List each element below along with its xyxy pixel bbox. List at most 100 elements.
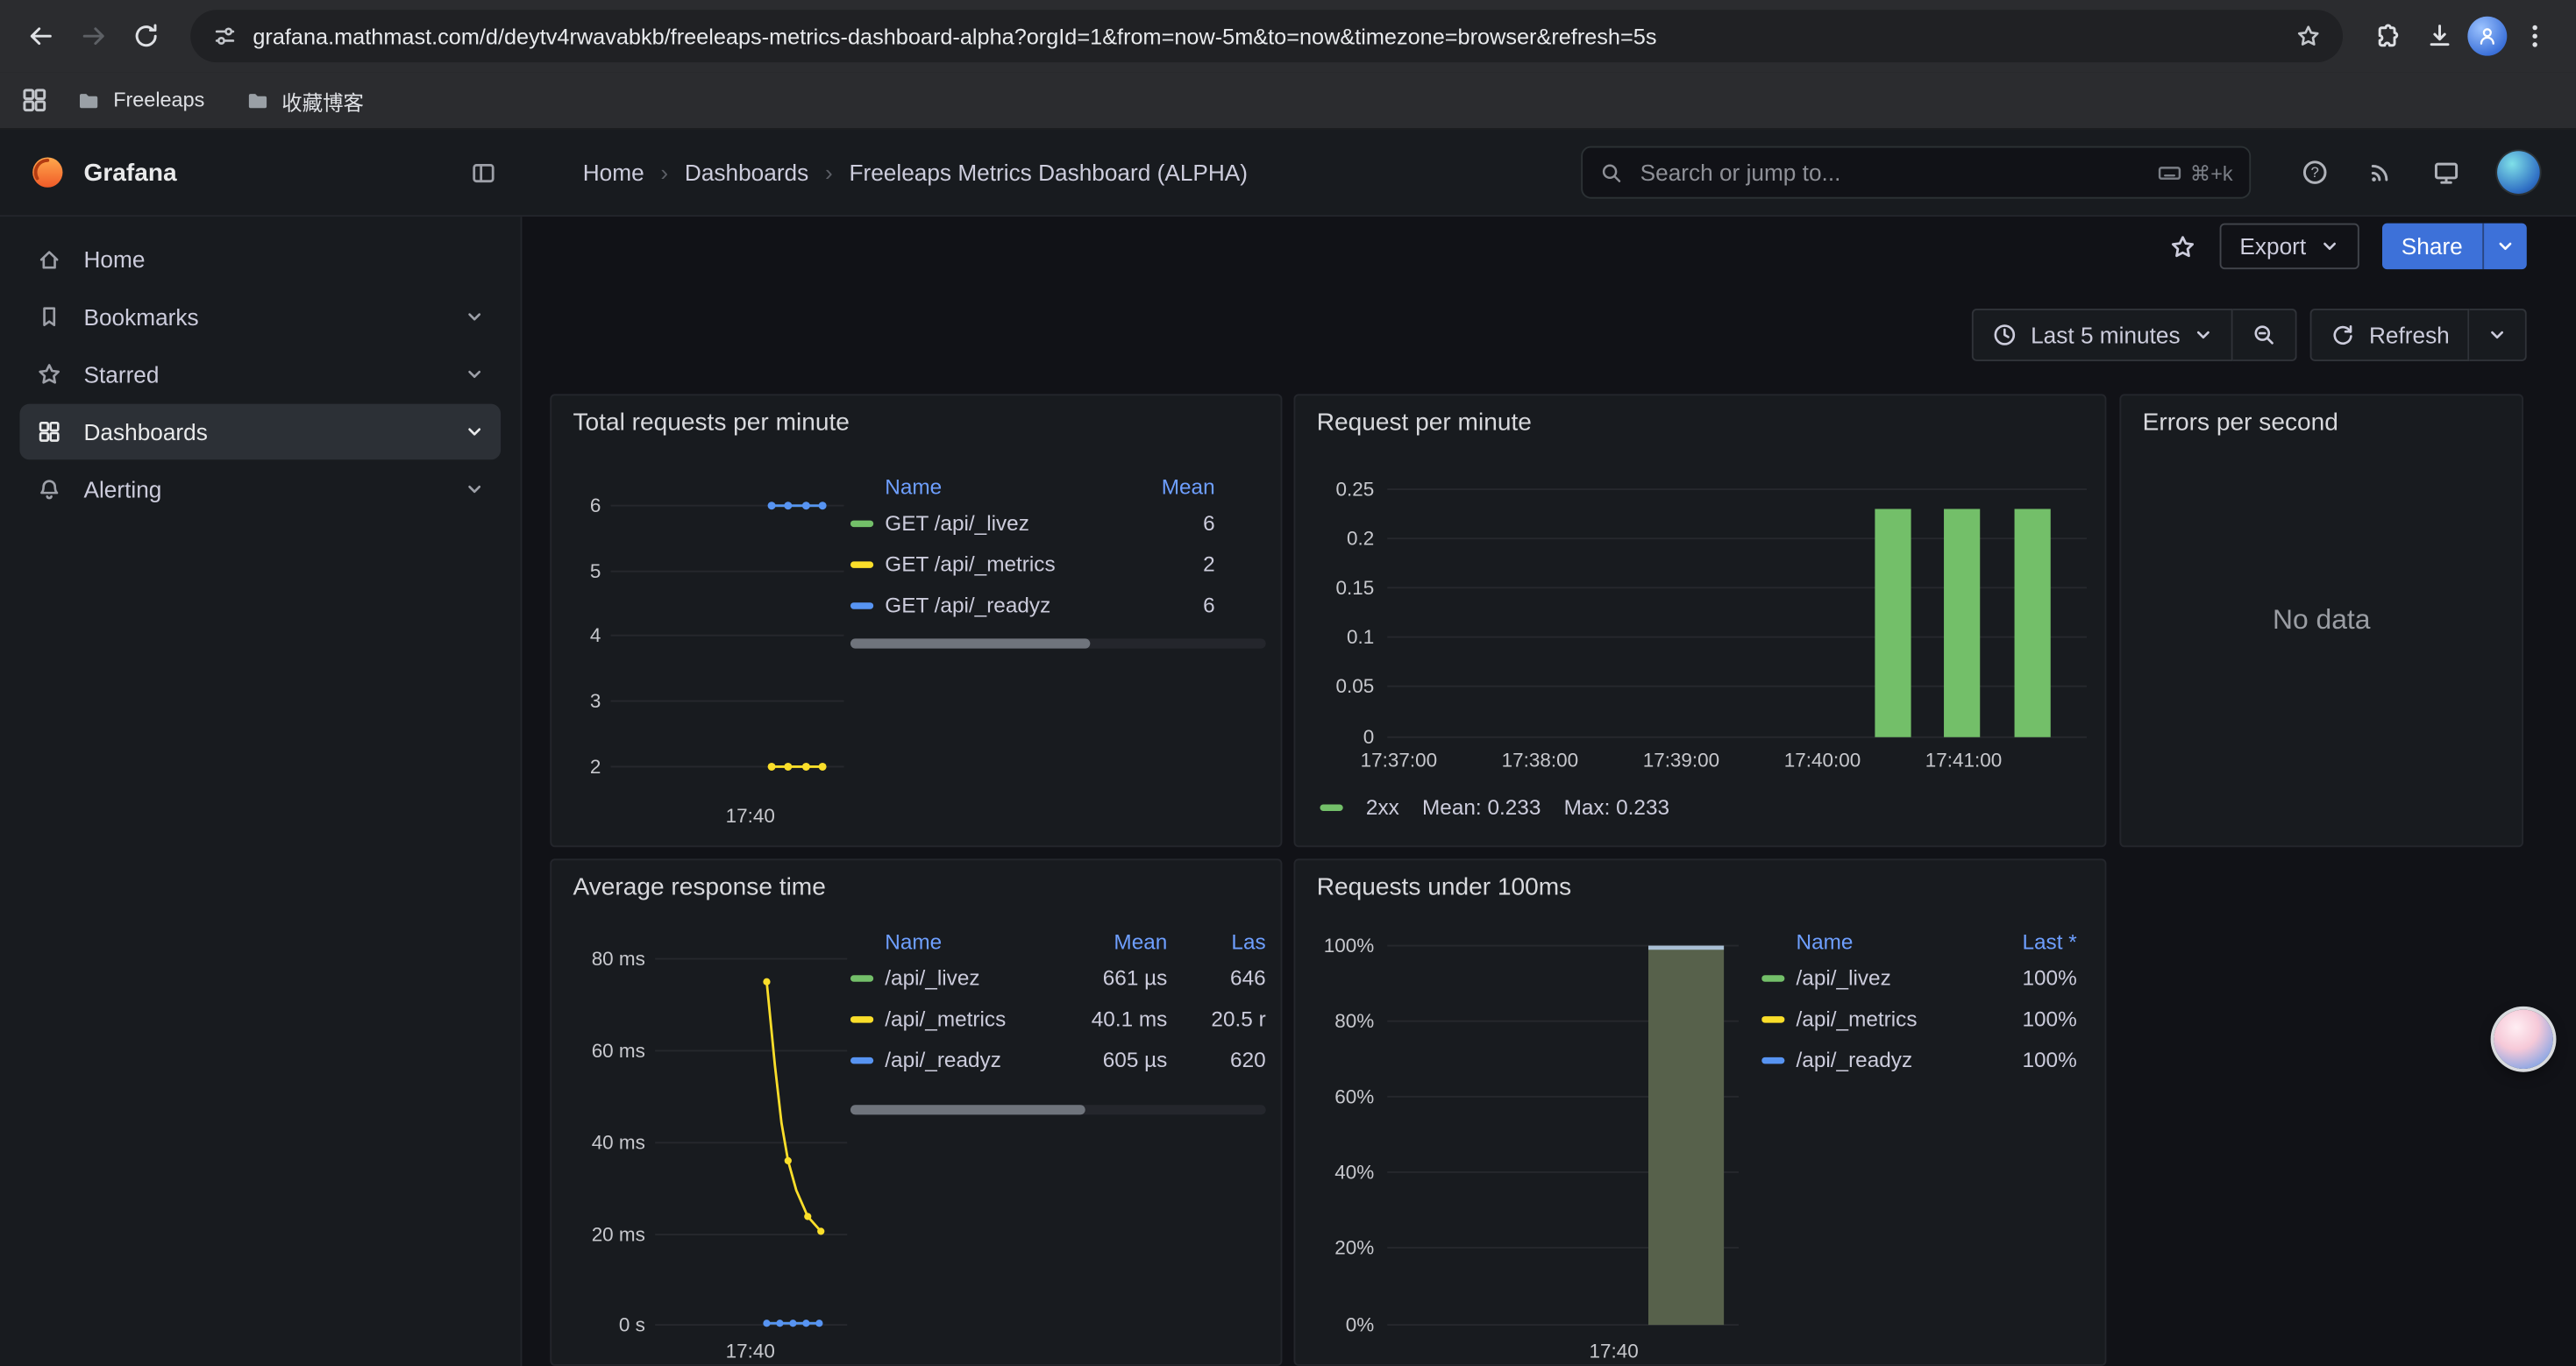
chevron-down-icon[interactable] [465, 480, 484, 499]
refresh-button[interactable]: Refresh [2310, 309, 2470, 361]
breadcrumb: Home › Dashboards › Freeleaps Metrics Da… [583, 130, 1248, 215]
legend-row[interactable]: GET /api/_metrics 2 [850, 544, 1269, 585]
time-range-picker[interactable]: Last 5 minutes [1972, 309, 2233, 361]
breadcrumb-home[interactable]: Home [583, 160, 644, 186]
legend-header-mean[interactable]: Mean [1069, 928, 1167, 953]
export-button[interactable]: Export [2220, 224, 2359, 269]
svg-text:17:40: 17:40 [726, 805, 775, 827]
bookmark-folder-freeleaps[interactable]: Freeleaps [62, 82, 217, 118]
legend-row[interactable]: /api/_readyz 100% [1761, 1039, 2087, 1080]
panel-title[interactable]: Errors per second [2143, 409, 2338, 437]
svg-text:100%: 100% [1324, 935, 1374, 957]
assistant-avatar[interactable] [2494, 1010, 2552, 1069]
refresh-interval-dropdown[interactable] [2469, 309, 2527, 361]
site-settings-icon[interactable] [212, 23, 238, 49]
folder-icon [75, 87, 102, 113]
sidebar-item-alerting[interactable]: Alerting [19, 461, 501, 517]
svg-text:0.05: 0.05 [1336, 675, 1375, 697]
legend-header-name[interactable]: Name [1761, 928, 1975, 953]
legend-row[interactable]: /api/_livez 661 µs 646 [850, 957, 1266, 999]
home-icon [36, 246, 62, 273]
grafana-brand[interactable]: Grafana [30, 130, 177, 215]
series-swatch [850, 520, 873, 526]
user-avatar[interactable] [2497, 151, 2540, 194]
mega-menu-dock-icon[interactable] [470, 130, 498, 215]
monitor-icon[interactable] [2431, 158, 2461, 188]
legend-row[interactable]: GET /api/_readyz 6 [850, 585, 1269, 626]
chevron-down-icon [2487, 325, 2507, 345]
star-icon [36, 361, 62, 388]
sidebar-item-home[interactable]: Home [19, 231, 501, 288]
svg-text:60%: 60% [1334, 1085, 1374, 1107]
browser-toolbar: grafana.mathmast.com/d/deytv4rwavabkb/fr… [0, 0, 2576, 72]
share-dropdown-icon[interactable] [2482, 224, 2527, 269]
sidebar-item-bookmarks[interactable]: Bookmarks [19, 289, 501, 345]
panel-title[interactable]: Requests under 100ms [1317, 873, 1571, 901]
legend-header-last[interactable]: Las [1167, 928, 1265, 953]
panel-title[interactable]: Total requests per minute [573, 409, 850, 437]
apps-grid-icon[interactable] [19, 85, 49, 115]
favorite-star-icon[interactable] [2169, 232, 2197, 260]
share-button[interactable]: Share [2381, 224, 2526, 269]
bookmark-icon [36, 303, 62, 330]
bookmarks-bar: Freeleaps 收藏博客 [0, 72, 2576, 130]
svg-text:17:40: 17:40 [1590, 1341, 1639, 1362]
chevron-down-icon[interactable] [465, 365, 484, 384]
legend-mean: Mean: 0.233 [1422, 794, 1541, 819]
series-swatch [1320, 804, 1342, 810]
bar[interactable] [1944, 509, 1980, 736]
url-text[interactable]: grafana.mathmast.com/d/deytv4rwavabkb/fr… [253, 24, 2281, 48]
scrollbar-thumb[interactable] [850, 638, 1090, 648]
legend-row[interactable]: /api/_livez 100% [1761, 957, 2087, 999]
chevron-down-icon[interactable] [465, 307, 484, 326]
zoom-out-button[interactable] [2233, 309, 2297, 361]
news-rss-icon[interactable] [2366, 158, 2395, 188]
reload-icon[interactable] [122, 11, 171, 60]
search-box[interactable]: ⌘+k [1581, 146, 2251, 199]
sidebar-item-dashboards[interactable]: Dashboards [19, 404, 501, 460]
back-icon[interactable] [17, 11, 66, 60]
search-input[interactable] [1637, 158, 2144, 188]
bookmark-folder-label: 收藏博客 [281, 84, 364, 116]
help-icon[interactable]: ? [2300, 158, 2330, 188]
sidebar-item-starred[interactable]: Starred [19, 346, 501, 402]
legend-header-name[interactable]: Name [850, 928, 1069, 953]
bar[interactable] [2015, 509, 2051, 736]
svg-text:6: 6 [590, 494, 601, 516]
bookmark-star-icon[interactable] [2295, 23, 2322, 49]
legend-row[interactable]: /api/_metrics 40.1 ms 20.5 r [850, 998, 1266, 1039]
grafana-logo-icon [30, 154, 66, 190]
bar[interactable] [1875, 509, 1911, 736]
legend-row[interactable]: /api/_metrics 100% [1761, 998, 2087, 1039]
forward-icon[interactable] [69, 11, 118, 60]
sidebar-item-label: Alerting [83, 476, 161, 502]
legend-header-mean[interactable]: Mean [1162, 473, 1270, 498]
bookmark-folder-blogs[interactable]: 收藏博客 [231, 80, 377, 121]
svg-text:20 ms: 20 ms [592, 1224, 645, 1246]
series-swatch [1761, 974, 1784, 980]
downloads-icon[interactable] [2415, 11, 2464, 60]
url-bar[interactable]: grafana.mathmast.com/d/deytv4rwavabkb/fr… [190, 10, 2343, 62]
svg-text:17:39:00: 17:39:00 [1643, 749, 1719, 771]
legend-row[interactable]: /api/_readyz 605 µs 620 [850, 1039, 1266, 1080]
browser-menu-icon[interactable] [2510, 11, 2559, 60]
legend-header-name[interactable]: Name [850, 473, 1162, 498]
svg-text:60 ms: 60 ms [592, 1040, 645, 1062]
browser-profile-avatar[interactable] [2467, 17, 2507, 56]
extensions-icon[interactable] [2363, 11, 2412, 60]
bar[interactable] [1648, 946, 1724, 1326]
panel-title[interactable]: Request per minute [1317, 409, 1532, 437]
panel-title[interactable]: Average response time [573, 873, 826, 901]
legend-series[interactable]: 2xx [1366, 794, 1399, 819]
legend-row[interactable]: GET /api/_livez 6 [850, 502, 1269, 544]
series-swatch [1761, 1057, 1784, 1063]
svg-text:0.25: 0.25 [1336, 478, 1375, 500]
breadcrumb-dashboards[interactable]: Dashboards [685, 160, 808, 186]
search-shortcut: ⌘+k [2157, 160, 2232, 185]
chevron-down-icon[interactable] [465, 422, 484, 441]
scrollbar-thumb[interactable] [850, 1105, 1085, 1114]
legend-header-last[interactable]: Last * [1975, 928, 2087, 953]
legend-inline[interactable]: 2xx Mean: 0.233 Max: 0.233 [1320, 794, 1669, 819]
svg-text:17:37:00: 17:37:00 [1361, 749, 1437, 771]
sidebar-item-label: Bookmarks [83, 303, 198, 330]
